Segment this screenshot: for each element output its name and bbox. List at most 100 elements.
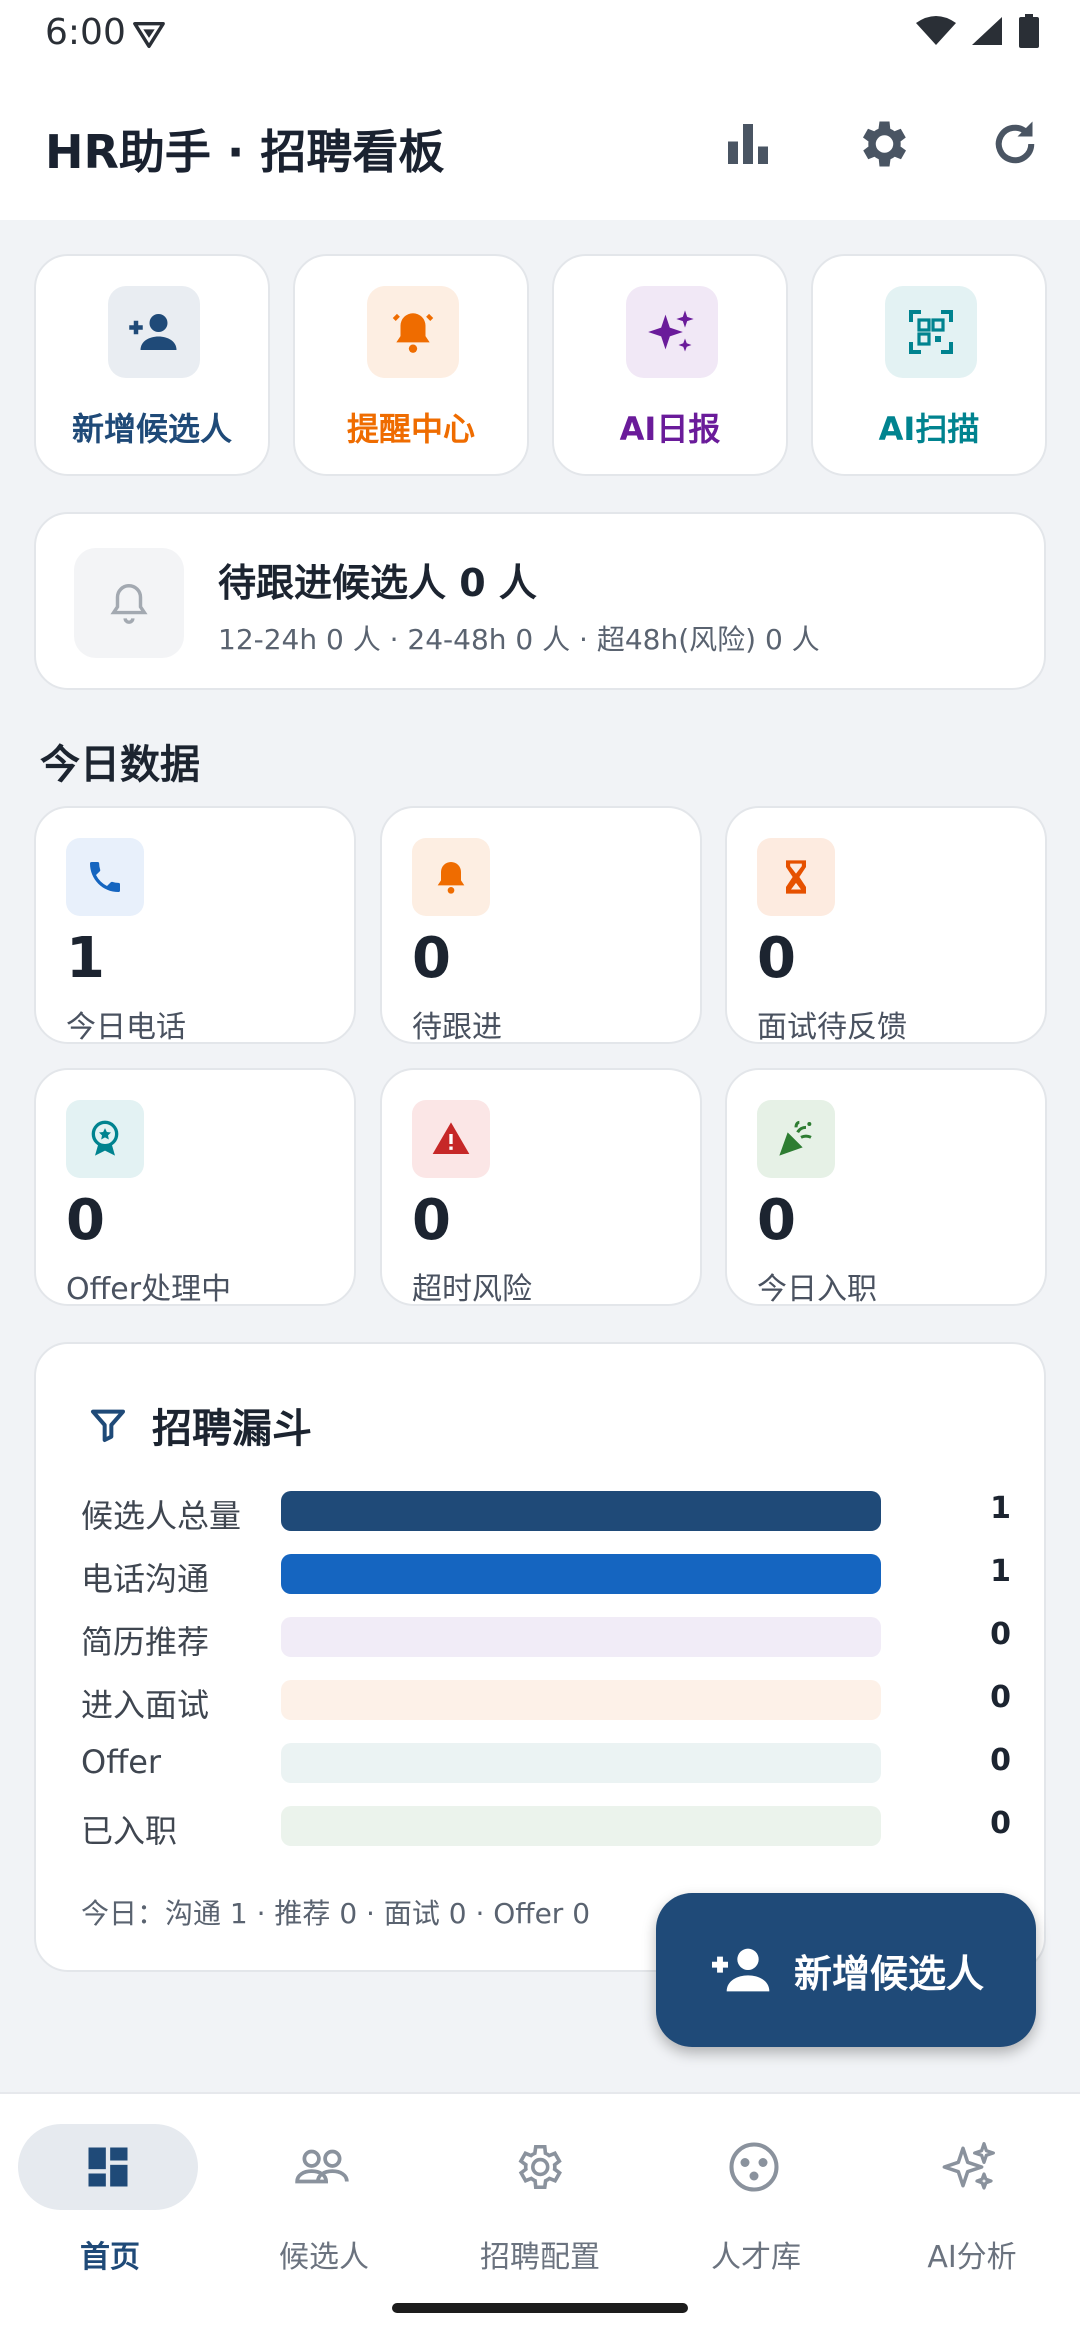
bar-chart-icon[interactable]	[718, 114, 778, 174]
stat-card-calls[interactable]: 1 今日电话	[34, 806, 356, 1045]
nav-label: AI分析	[927, 2240, 1017, 2275]
stat-label: 待跟进	[412, 1010, 502, 1045]
quick-action-label: AI扫描	[878, 410, 980, 448]
quick-action-label: AI日报	[619, 410, 721, 448]
funnel-row-label: 已入职	[81, 1812, 178, 1850]
funnel-row: 候选人总量 1	[81, 1491, 1011, 1535]
talent-pool-icon	[729, 2142, 779, 2192]
quick-action-label: 提醒中心	[346, 410, 475, 448]
funnel-bar-track	[281, 1806, 881, 1846]
status-bar: 6:00	[0, 0, 1080, 66]
nav-label: 候选人	[279, 2240, 369, 2275]
funnel-row-value: 0	[990, 1806, 1011, 1841]
funnel-row: 进入面试 0	[81, 1680, 1011, 1724]
page-title: HR助手 · 招聘看板	[45, 125, 445, 179]
stat-card-interview-feedback[interactable]: 0 面试待反馈	[725, 806, 1047, 1045]
funnel-row-value: 0	[990, 1743, 1011, 1778]
funnel-row: 已入职 0	[81, 1806, 1011, 1850]
gear-icon[interactable]	[852, 114, 912, 174]
refresh-icon[interactable]	[985, 114, 1045, 174]
stat-label: Offer处理中	[66, 1272, 232, 1307]
celebration-icon	[779, 1120, 812, 1156]
funnel-row-label: 进入面试	[81, 1686, 210, 1724]
phone-icon	[90, 862, 120, 892]
warning-icon	[432, 1122, 470, 1154]
battery-icon	[1019, 14, 1039, 48]
pending-followup-card[interactable]: 待跟进候选人 0 人 12-24h 0 人 · 24-48h 0 人 · 超48…	[34, 512, 1046, 690]
stat-value: 1	[66, 926, 105, 991]
add-person-icon	[711, 1948, 770, 1992]
add-person-icon	[129, 314, 177, 350]
award-icon	[91, 1120, 119, 1156]
sparkle-icon	[942, 2142, 995, 2190]
funnel-title: 招聘漏斗	[152, 1406, 312, 1452]
funnel-footer: 今日：沟通 1 · 推荐 0 · 面试 0 · Offer 0	[81, 1897, 591, 1930]
funnel-bar-track	[281, 1617, 881, 1657]
funnel-row-label: 简历推荐	[81, 1623, 210, 1661]
stat-value: 0	[412, 926, 451, 991]
bell-icon	[110, 584, 148, 624]
wifi-icon	[916, 16, 956, 45]
stat-value: 0	[757, 1188, 796, 1253]
quick-action-ai-scan[interactable]: AI扫描	[811, 254, 1047, 476]
funnel-row: 简历推荐 0	[81, 1617, 1011, 1661]
quick-action-reminders[interactable]: 提醒中心	[293, 254, 529, 476]
filter-icon	[91, 1409, 125, 1442]
bell-icon	[437, 862, 465, 894]
funnel-row: Offer 0	[81, 1743, 1011, 1783]
nav-item-ai-analysis[interactable]: AI分析	[882, 2124, 1062, 2275]
funnel-bar-track	[281, 1554, 881, 1594]
quick-action-add-candidate[interactable]: 新增候选人	[34, 254, 270, 476]
quick-action-ai-daily[interactable]: AI日报	[552, 254, 788, 476]
stat-card-pending[interactable]: 0 待跟进	[380, 806, 702, 1045]
stat-value: 0	[757, 926, 796, 991]
dashboard-icon	[88, 2147, 128, 2187]
qr-scan-icon	[909, 310, 953, 354]
stat-value: 0	[66, 1188, 105, 1253]
nav-label: 首页	[80, 2240, 140, 2275]
funnel-bar	[281, 1491, 881, 1531]
nav-item-candidates[interactable]: 候选人	[234, 2124, 414, 2275]
bell-icon-box	[74, 548, 184, 658]
funnel-row-value: 1	[990, 1491, 1011, 1526]
status-time: 6:00	[45, 12, 126, 53]
hourglass-icon	[786, 860, 806, 894]
nav-label: 人才库	[711, 2240, 801, 2275]
signal-icon	[972, 17, 1002, 45]
funnel-row-value: 1	[990, 1554, 1011, 1589]
people-icon	[295, 2149, 349, 2184]
stat-card-overdue[interactable]: 0 超时风险	[380, 1068, 702, 1307]
funnel-bar-track	[281, 1743, 881, 1783]
fab-label: 新增候选人	[793, 1951, 984, 1996]
nav-active-indicator	[18, 2124, 198, 2210]
pending-title: 待跟进候选人 0 人	[218, 561, 537, 605]
stat-label: 超时风险	[412, 1272, 532, 1307]
funnel-bar	[281, 1554, 881, 1594]
sparkle-icon	[648, 310, 694, 352]
pending-detail: 12-24h 0 人 · 24-48h 0 人 · 超48h(风险) 0 人	[218, 623, 820, 656]
gear-icon	[518, 2144, 562, 2190]
nav-item-talent-pool[interactable]: 人才库	[666, 2124, 846, 2275]
funnel-row-label: 电话沟通	[81, 1560, 210, 1598]
funnel-row-label: Offer	[81, 1743, 162, 1781]
stat-label: 面试待反馈	[757, 1010, 907, 1045]
funnel-bar-track	[281, 1491, 881, 1531]
nav-item-home[interactable]: 首页	[18, 2124, 200, 2275]
stat-label: 今日入职	[757, 1272, 877, 1307]
section-title-today: 今日数据	[40, 742, 200, 788]
stat-label: 今日电话	[66, 1010, 186, 1045]
stat-card-onboard[interactable]: 0 今日入职	[725, 1068, 1047, 1307]
add-candidate-fab[interactable]: 新增候选人	[656, 1893, 1036, 2047]
funnel-row-label: 候选人总量	[81, 1497, 242, 1535]
gesture-handle	[392, 2303, 688, 2313]
funnel-bar-track	[281, 1680, 881, 1720]
app-bar: HR助手 · 招聘看板	[0, 66, 1080, 220]
funnel-row: 电话沟通 1	[81, 1554, 1011, 1598]
nav-item-recruit-config[interactable]: 招聘配置	[450, 2124, 630, 2275]
funnel-row-value: 0	[990, 1680, 1011, 1715]
stat-card-offer[interactable]: 0 Offer处理中	[34, 1068, 356, 1307]
funnel-row-value: 0	[990, 1617, 1011, 1652]
quick-action-label: 新增候选人	[71, 410, 232, 448]
nav-label: 招聘配置	[480, 2240, 600, 2275]
alarm-bell-icon	[392, 313, 434, 353]
